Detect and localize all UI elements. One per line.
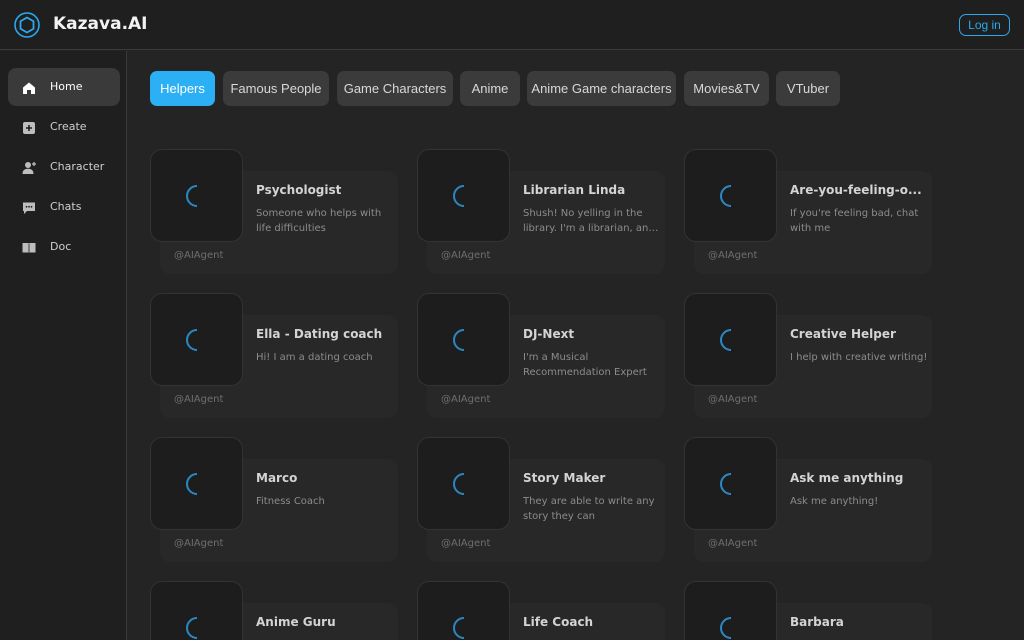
character-card[interactable]: Story Maker They are able to write any s…	[417, 437, 665, 562]
top-header: Kazava.AI Log in	[0, 0, 1024, 50]
character-description: Fitness Coach	[256, 496, 325, 507]
brand-name: Kazava.AI	[53, 14, 148, 34]
sidebar-item-label: Chats	[50, 200, 82, 213]
user-add-icon	[22, 162, 36, 174]
character-card[interactable]: Anime Guru	[150, 581, 398, 640]
character-card[interactable]: Marco Fitness Coach @AIAgent	[150, 437, 398, 562]
sidebar-item-label: Create	[50, 120, 87, 133]
sidebar-item-doc[interactable]: Doc	[8, 228, 120, 266]
character-name: Librarian Linda	[523, 183, 626, 197]
character-description: I'm a Musical Recommendation Expert	[523, 352, 647, 378]
character-description: I help with creative writing!	[790, 352, 928, 363]
sidebar-item-chats[interactable]: Chats	[8, 188, 120, 226]
loading-spinner-icon	[186, 617, 198, 639]
character-description: Shush! No yelling in the library. I'm a …	[523, 208, 655, 234]
loading-spinner-icon	[453, 185, 465, 207]
character-name: Story Maker	[523, 471, 606, 485]
avatar	[417, 149, 510, 242]
loading-spinner-icon	[720, 473, 732, 495]
tab-movies-tv[interactable]: Movies&TV	[684, 71, 769, 106]
tab-anime[interactable]: Anime	[460, 71, 520, 106]
loading-spinner-icon	[453, 473, 465, 495]
sidebar-item-home[interactable]: Home	[8, 68, 120, 106]
character-name: Life Coach	[523, 615, 594, 629]
character-description: Ask me anything!	[790, 496, 879, 507]
sidebar-item-label: Doc	[50, 240, 72, 253]
sidebar: Home Create Character Chats Doc	[0, 51, 127, 640]
character-card[interactable]: Life Coach	[417, 581, 665, 640]
book-icon	[22, 243, 36, 254]
character-name: Creative Helper	[790, 327, 896, 341]
character-name: Barbara	[790, 615, 844, 629]
logo-icon	[14, 12, 40, 38]
loading-spinner-icon	[186, 473, 198, 495]
sidebar-item-character[interactable]: Character	[8, 148, 120, 186]
loading-spinner-icon	[453, 617, 465, 639]
sidebar-item-label: Character	[50, 160, 105, 173]
avatar	[150, 581, 243, 640]
character-name: Anime Guru	[256, 615, 336, 629]
character-description: Someone who helps with life difficulties	[256, 208, 382, 234]
character-name: DJ-Next	[523, 327, 575, 341]
character-name: Ella - Dating coach	[256, 327, 383, 341]
character-card[interactable]: Ask me anything Ask me anything! @AIAgen…	[684, 437, 932, 562]
loading-spinner-icon	[720, 617, 732, 639]
character-card[interactable]: Barbara	[684, 581, 932, 640]
avatar	[417, 437, 510, 530]
sidebar-item-label: Home	[50, 80, 83, 93]
character-author: @AIAgent	[708, 250, 758, 261]
character-author: @AIAgent	[174, 538, 224, 549]
avatar	[684, 293, 777, 386]
loading-spinner-icon	[186, 329, 198, 351]
character-author: @AIAgent	[174, 250, 224, 261]
character-description: They are able to write any story they ca…	[523, 496, 655, 522]
loading-spinner-icon	[453, 329, 465, 351]
avatar	[150, 437, 243, 530]
avatar	[417, 293, 510, 386]
login-button[interactable]: Log in	[959, 14, 1010, 36]
tab-vtuber[interactable]: VTuber	[776, 71, 840, 106]
character-name: Marco	[256, 471, 298, 485]
plus-square-icon	[23, 122, 35, 134]
avatar	[684, 149, 777, 242]
tab-game-characters[interactable]: Game Characters	[337, 71, 453, 106]
character-card[interactable]: Creative Helper I help with creative wri…	[684, 293, 932, 418]
character-card[interactable]: Ella - Dating coach Hi! I am a dating co…	[150, 293, 398, 418]
avatar	[684, 581, 777, 640]
character-author: @AIAgent	[708, 538, 758, 549]
sidebar-item-create[interactable]: Create	[8, 108, 120, 146]
home-icon	[23, 82, 35, 94]
chat-icon	[23, 202, 35, 214]
character-author: @AIAgent	[441, 538, 491, 549]
character-description: Hi! I am a dating coach	[256, 352, 373, 363]
avatar	[150, 293, 243, 386]
character-author: @AIAgent	[441, 250, 491, 261]
loading-spinner-icon	[186, 185, 198, 207]
tab-famous-people[interactable]: Famous People	[223, 71, 329, 106]
character-name: Psychologist	[256, 183, 342, 197]
character-name: Are-you-feeling-o...	[790, 183, 922, 197]
loading-spinner-icon	[720, 185, 732, 207]
character-description: If you're feeling bad, chat with me	[790, 208, 919, 234]
tab-anime-game-characters[interactable]: Anime Game characters	[527, 71, 676, 106]
character-author: @AIAgent	[441, 394, 491, 405]
character-author: @AIAgent	[708, 394, 758, 405]
character-author: @AIAgent	[174, 394, 224, 405]
avatar	[417, 581, 510, 640]
character-card[interactable]: DJ-Next I'm a Musical Recommendation Exp…	[417, 293, 665, 418]
tab-helpers[interactable]: Helpers	[150, 71, 215, 106]
avatar	[684, 437, 777, 530]
character-card[interactable]: Are-you-feeling-o... If you're feeling b…	[684, 149, 932, 274]
character-card[interactable]: Psychologist Someone who helps with life…	[150, 149, 398, 274]
character-card[interactable]: Librarian Linda Shush! No yelling in the…	[417, 149, 665, 274]
avatar	[150, 149, 243, 242]
character-name: Ask me anything	[790, 471, 904, 485]
loading-spinner-icon	[720, 329, 732, 351]
